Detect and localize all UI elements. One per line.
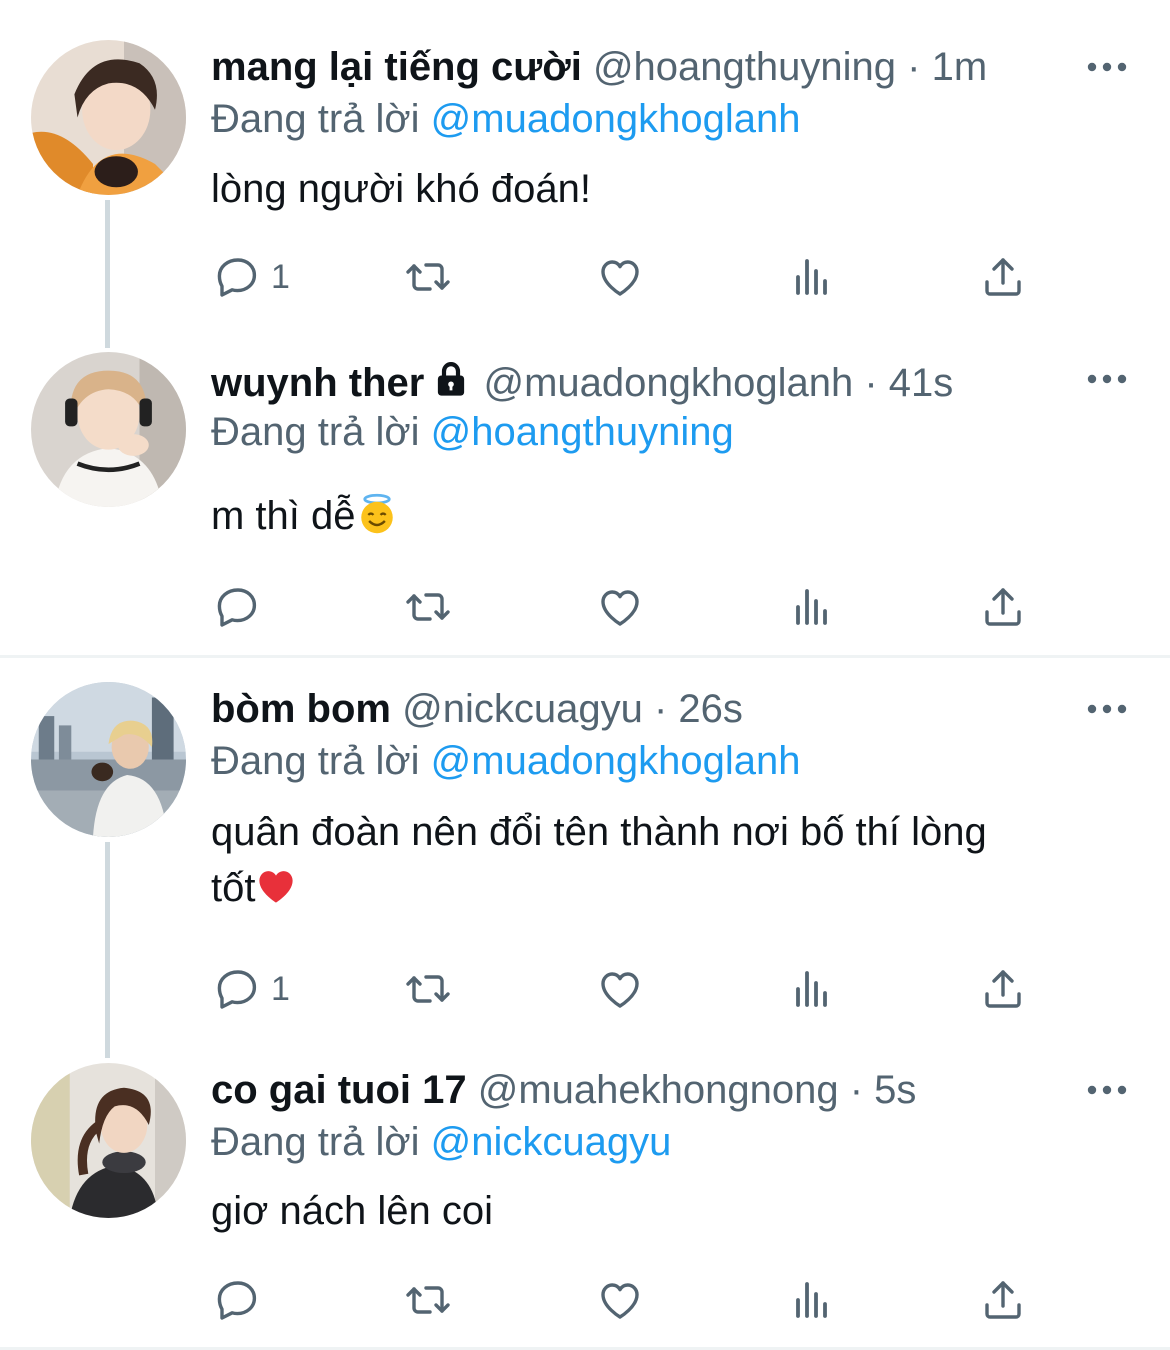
handle[interactable]: @hoangthuyning [593, 45, 896, 89]
replying-to: Đang trả lời @muadongkhoglanh [211, 737, 800, 785]
like-icon [596, 583, 644, 631]
replying-to-handle[interactable]: @muadongkhoglanh [431, 97, 801, 141]
share-button[interactable] [979, 1275, 1027, 1325]
share-icon [979, 253, 1027, 301]
avatar[interactable] [31, 40, 186, 195]
tweet[interactable]: co gai tuoi 17 @muahekhongnong · 5s Đang… [0, 1058, 1170, 1350]
retweet-icon [404, 1276, 452, 1324]
handle[interactable]: @nickcuagyu [402, 687, 643, 731]
tweet-header: wuynh ther @muadongkhoglanh · 41s [211, 358, 953, 407]
action-bar: 1 [211, 964, 1051, 1014]
reply-icon [213, 1276, 261, 1324]
replying-to: Đang trả lời @muadongkhoglanh [211, 95, 800, 143]
replying-to-handle[interactable]: @muadongkhoglanh [431, 739, 801, 783]
replying-to-label: Đang trả lời [211, 1120, 420, 1164]
views-icon [788, 253, 836, 301]
timestamp[interactable]: · 26s [654, 687, 743, 731]
replying-to-label: Đang trả lời [211, 410, 420, 454]
share-button[interactable] [979, 964, 1027, 1014]
handle[interactable]: @muadongkhoglanh [483, 361, 853, 405]
thread-line [105, 842, 110, 1058]
more-icon[interactable] [1086, 372, 1128, 386]
share-icon [979, 583, 1027, 631]
tweet-text-line: tốt [211, 860, 1111, 916]
red-heart-emoji-icon [259, 871, 294, 903]
avatar[interactable] [31, 1063, 186, 1218]
share-icon [979, 965, 1027, 1013]
avatar[interactable] [31, 682, 186, 837]
tweet[interactable]: wuynh ther @muadongkhoglanh · 41s Đang t… [0, 340, 1170, 655]
reply-icon [213, 583, 261, 631]
like-button[interactable] [596, 964, 644, 1014]
avatar[interactable] [31, 352, 186, 507]
thread-line [105, 200, 110, 348]
replying-to-handle[interactable]: @hoangthuyning [431, 410, 734, 454]
like-icon [596, 965, 644, 1013]
tweet-text-content: m thì dễ [211, 494, 356, 538]
reply-button[interactable] [213, 582, 271, 632]
angel-emoji-icon [360, 493, 393, 534]
retweet-icon [404, 583, 452, 631]
retweet-button[interactable] [404, 1275, 452, 1325]
display-name[interactable]: wuynh ther [211, 361, 424, 405]
more-icon[interactable] [1086, 1083, 1128, 1097]
like-button[interactable] [596, 582, 644, 632]
views-button[interactable] [788, 252, 836, 302]
tweet[interactable]: bòm bom @nickcuagyu · 26s Đang trả lời @… [0, 658, 1170, 1058]
more-icon[interactable] [1086, 60, 1128, 74]
reply-icon [213, 253, 261, 301]
retweet-button[interactable] [404, 252, 452, 302]
display-name[interactable]: mang lại tiếng cười [211, 45, 582, 89]
tweet-text: m thì dễ [211, 490, 1111, 542]
tweet-header: bòm bom @nickcuagyu · 26s [211, 685, 743, 733]
tweet-header: co gai tuoi 17 @muahekhongnong · 5s [211, 1066, 916, 1114]
share-button[interactable] [979, 252, 1027, 302]
timestamp[interactable]: · 1m [907, 45, 987, 89]
display-name[interactable]: co gai tuoi 17 [211, 1068, 467, 1112]
like-button[interactable] [596, 1275, 644, 1325]
like-button[interactable] [596, 252, 644, 302]
display-name[interactable]: bòm bom [211, 687, 391, 731]
tweet-text: lòng người khó đoán! [211, 167, 591, 211]
replying-to: Đang trả lời @hoangthuyning [211, 408, 734, 456]
views-button[interactable] [788, 1275, 836, 1325]
timestamp[interactable]: · 41s [864, 361, 953, 405]
tweet-text: quân đoàn nên đổi tên thành nơi bố thí l… [211, 804, 1111, 916]
views-icon [788, 965, 836, 1013]
share-icon [979, 1276, 1027, 1324]
tweet-header: mang lại tiếng cười @hoangthuyning · 1m [211, 43, 987, 91]
replying-to-handle[interactable]: @nickcuagyu [431, 1120, 672, 1164]
reply-button[interactable]: 1 [213, 252, 290, 302]
action-bar [211, 1275, 1051, 1325]
views-icon [788, 1276, 836, 1324]
handle[interactable]: @muahekhongnong [478, 1068, 839, 1112]
action-bar: 1 [211, 252, 1051, 302]
tweet-text-content: tốt [211, 866, 256, 910]
lock-icon [438, 362, 465, 396]
tweet-text: giơ nách lên coi [211, 1189, 493, 1233]
share-button[interactable] [979, 582, 1027, 632]
reply-button[interactable]: 1 [213, 964, 290, 1014]
like-icon [596, 253, 644, 301]
replying-to-label: Đang trả lời [211, 97, 420, 141]
timestamp[interactable]: · 5s [850, 1068, 917, 1112]
replying-to: Đang trả lời @nickcuagyu [211, 1118, 671, 1166]
like-icon [596, 1276, 644, 1324]
reply-count: 1 [271, 969, 290, 1008]
retweet-button[interactable] [404, 964, 452, 1014]
views-button[interactable] [788, 964, 836, 1014]
reply-count: 1 [271, 257, 290, 296]
reply-button[interactable] [213, 1275, 271, 1325]
replying-to-label: Đang trả lời [211, 739, 420, 783]
views-icon [788, 583, 836, 631]
tweet[interactable]: mang lại tiếng cười @hoangthuyning · 1m … [0, 0, 1170, 348]
retweet-button[interactable] [404, 582, 452, 632]
retweet-icon [404, 253, 452, 301]
retweet-icon [404, 965, 452, 1013]
reply-icon [213, 965, 261, 1013]
tweet-text-line: quân đoàn nên đổi tên thành nơi bố thí l… [211, 810, 987, 854]
action-bar [211, 582, 1051, 632]
views-button[interactable] [788, 582, 836, 632]
more-icon[interactable] [1086, 702, 1128, 716]
